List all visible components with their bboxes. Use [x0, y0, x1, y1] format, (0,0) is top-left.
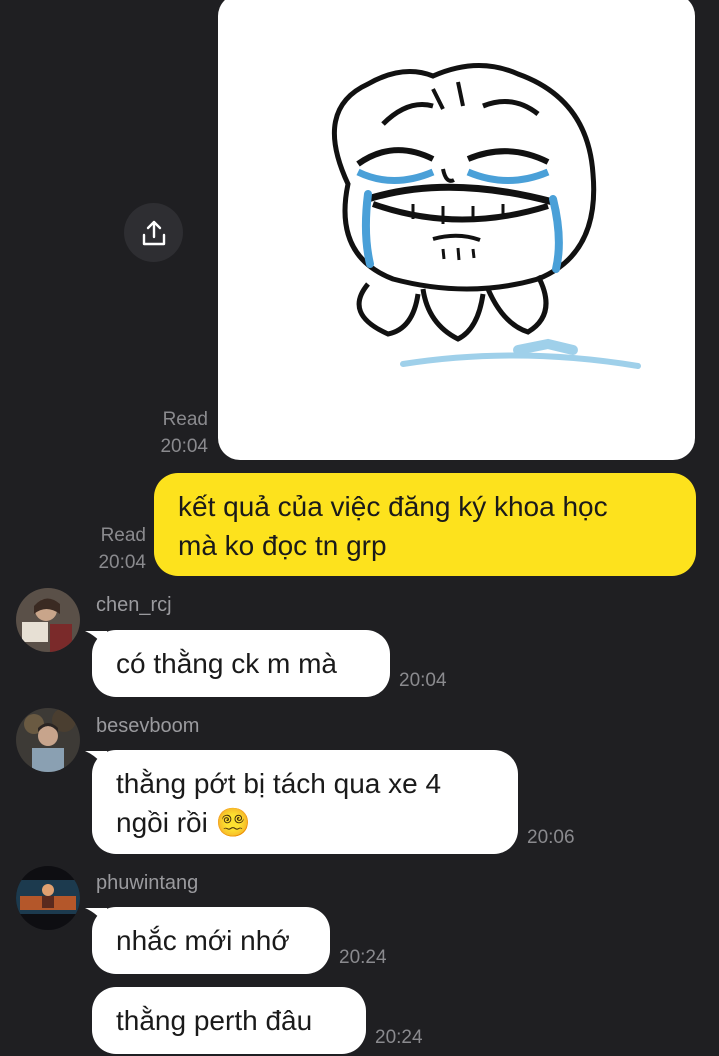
message-time: 20:24	[339, 947, 387, 968]
message-text-line: có thằng ck m mà	[116, 648, 337, 679]
avatar-besevboom[interactable]	[16, 708, 80, 772]
sticker-meta: Read 20:04	[140, 406, 208, 460]
read-receipt: Read	[100, 525, 146, 546]
text-message-meta: Read 20:04	[80, 522, 146, 576]
message-text-line: thằng perth đâu	[116, 1005, 313, 1036]
outgoing-message-bubble[interactable]: kết quả của việc đăng ký khoa học mà ko …	[154, 473, 696, 576]
sender-name: chen_rcj	[96, 594, 172, 616]
share-upload-icon	[142, 220, 165, 245]
message-time: 20:04	[160, 436, 208, 457]
incoming-message-bubble[interactable]: nhắc mới nhớ	[92, 907, 330, 974]
incoming-message-bubble[interactable]: có thằng ck m mà	[92, 630, 390, 697]
message-time: 20:24	[375, 1027, 423, 1048]
message-text-line: thằng pớt bị tách qua xe 4	[116, 768, 442, 799]
message-text-line: nhắc mới nhớ	[116, 925, 290, 956]
incoming-message-bubble[interactable]: thằng perth đâu	[92, 987, 366, 1054]
incoming-message-bubble[interactable]: thằng pớt bị tách qua xe 4 ngồi rồi 😵‍💫	[92, 750, 518, 854]
sender-name: phuwintang	[96, 872, 199, 894]
share-button[interactable]	[124, 203, 183, 262]
avatar-phuwintang[interactable]	[16, 866, 80, 930]
message-time: 20:04	[399, 670, 447, 691]
message-text-line: kết quả của việc đăng ký khoa học	[178, 491, 608, 522]
message-time: 20:06	[527, 827, 575, 848]
avatar-chen-rcj[interactable]	[16, 588, 80, 652]
message-text-line: ngồi rồi 😵‍💫	[116, 807, 251, 838]
sticker-crying-face[interactable]	[218, 0, 695, 460]
read-receipt: Read	[162, 409, 208, 430]
sender-name: besevboom	[96, 715, 200, 737]
message-time: 20:04	[98, 552, 146, 573]
message-text-line: mà ko đọc tn grp	[178, 530, 387, 561]
